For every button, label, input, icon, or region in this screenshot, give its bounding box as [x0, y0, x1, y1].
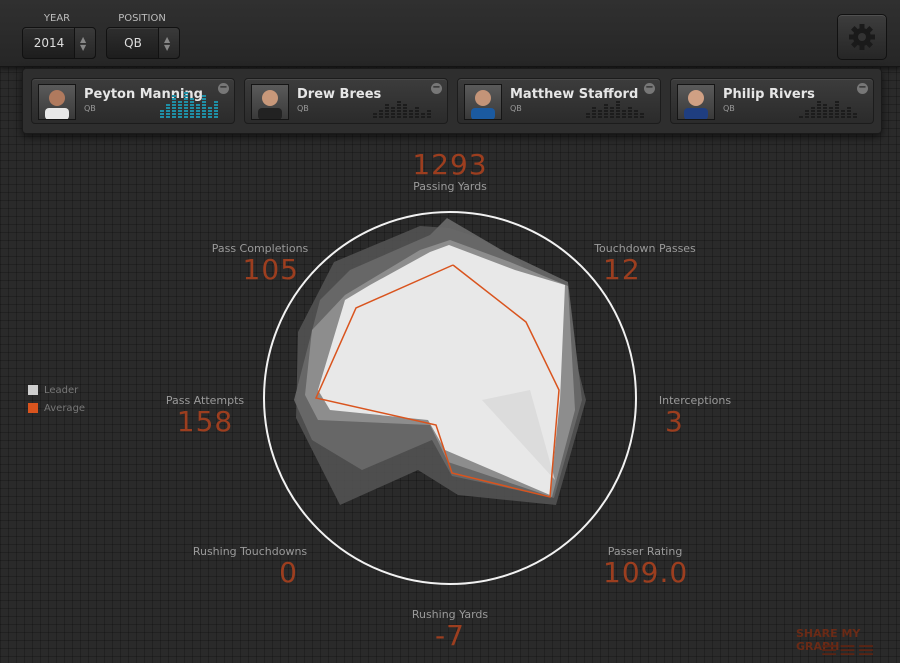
stat-touchdown-passes: Touchdown Passes 12	[575, 242, 715, 285]
legend-item-leader: Leader	[28, 385, 85, 403]
stat-value: -7	[435, 619, 465, 652]
radar-chart	[263, 211, 637, 585]
stat-value: 105	[242, 253, 299, 286]
stat-rushing-touchdowns: Rushing Touchdowns 0	[190, 545, 310, 588]
stat-value: 3	[665, 405, 684, 438]
legend-label: Leader	[44, 385, 79, 396]
stat-passing-yards: 1293 Passing Yards	[385, 148, 515, 194]
stat-passer-rating: Passer Rating 109.0	[585, 545, 705, 588]
chart-legend: Leader Average	[28, 385, 85, 421]
stat-interceptions: Interceptions 3	[640, 394, 750, 437]
stat-value: 12	[603, 253, 641, 286]
legend-label: Average	[44, 403, 86, 414]
stat-pass-attempts: Pass Attempts 158	[160, 394, 250, 437]
legend-swatch-leader	[28, 385, 38, 395]
legend-item-average: Average	[28, 403, 85, 421]
stat-label: Passing Yards	[413, 180, 487, 193]
stat-label: Touchdown Passes	[594, 242, 696, 255]
share-graph-decoration: ≡≡≡	[820, 638, 876, 663]
stat-value: 1293	[412, 148, 488, 181]
stat-value: 0	[279, 556, 298, 589]
stat-pass-completions: Pass Completions 105	[205, 242, 315, 285]
legend-swatch-average	[28, 403, 38, 413]
stat-rushing-yards: Rushing Yards -7	[395, 608, 505, 651]
stat-value: 109.0	[603, 556, 689, 589]
stat-label: Interceptions	[658, 394, 732, 407]
stat-value: 158	[176, 405, 234, 438]
